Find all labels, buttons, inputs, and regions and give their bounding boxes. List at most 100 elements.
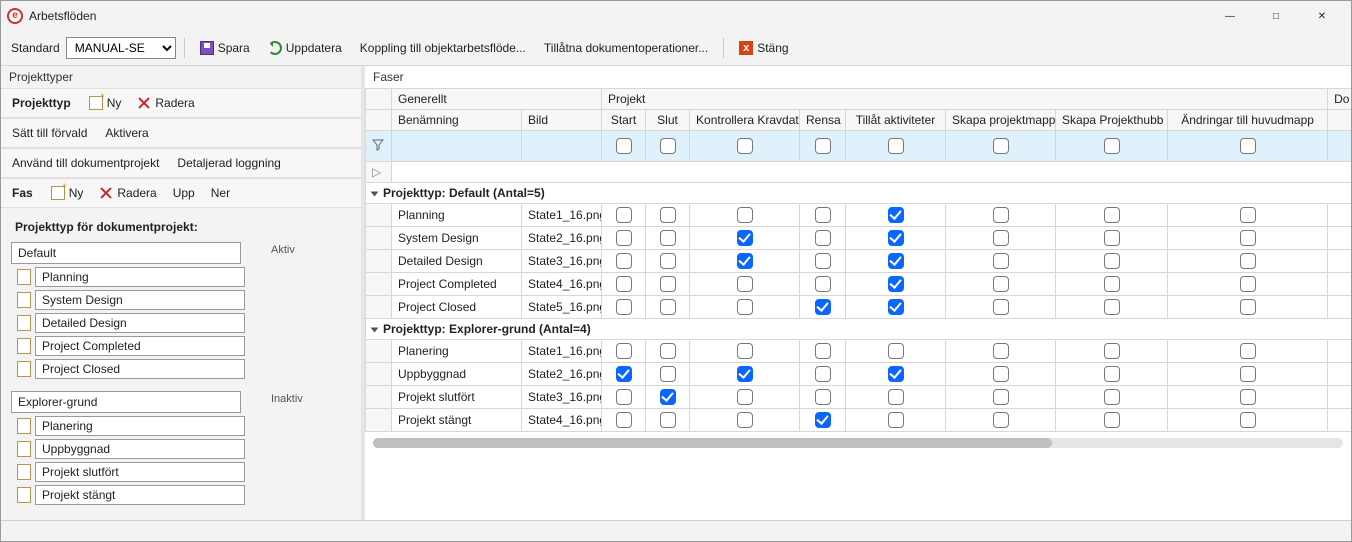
cell-name[interactable]: Project Completed (392, 273, 522, 296)
cell-skapahubb[interactable] (1056, 409, 1168, 432)
apply-docproject-button[interactable]: Använd till dokumentprojekt (5, 150, 166, 176)
move-down-button[interactable]: Ner (204, 180, 237, 206)
cell-tillat[interactable] (846, 340, 946, 363)
cell-skapahubb[interactable] (1056, 363, 1168, 386)
checkbox[interactable] (993, 366, 1009, 382)
checkbox[interactable] (815, 389, 831, 405)
move-up-button[interactable]: Upp (166, 180, 202, 206)
checkbox[interactable] (1104, 253, 1120, 269)
cell-skapahubb[interactable] (1056, 204, 1168, 227)
grid-data-row[interactable]: Detailed DesignState3_16.png (366, 250, 1352, 273)
checkbox[interactable] (737, 343, 753, 359)
cell-skapamapp[interactable] (946, 296, 1056, 319)
cell-image[interactable]: State5_16.png (522, 296, 602, 319)
checkbox[interactable] (815, 207, 831, 223)
filter-ph[interactable] (1056, 131, 1168, 162)
cell-rensa[interactable] (800, 273, 846, 296)
checkbox[interactable] (1240, 230, 1256, 246)
window-maximize-button[interactable]: □ (1253, 1, 1299, 31)
checkbox[interactable] (1104, 207, 1120, 223)
link-workflow-button[interactable]: Koppling till objektarbetsflöde... (353, 35, 533, 61)
checkbox[interactable] (993, 299, 1009, 315)
cell-rensa[interactable] (800, 296, 846, 319)
cell-rensa[interactable] (800, 250, 846, 273)
grid-data-row[interactable]: Projekt slutförtState3_16.png (366, 386, 1352, 409)
checkbox[interactable] (616, 366, 632, 382)
checkbox[interactable] (660, 412, 676, 428)
cell-skapahubb[interactable] (1056, 340, 1168, 363)
grid-expander[interactable]: ▷ (366, 162, 392, 183)
checkbox[interactable] (993, 343, 1009, 359)
close-button[interactable]: x Stäng (732, 35, 795, 61)
grid-scroll[interactable]: Generellt Projekt Do Benämning Bild Star… (365, 88, 1351, 520)
checkbox[interactable] (737, 389, 753, 405)
cell-kontrollera[interactable] (690, 296, 800, 319)
cell-andringar[interactable] (1168, 409, 1328, 432)
cell-tillat[interactable] (846, 296, 946, 319)
checkbox[interactable] (616, 207, 632, 223)
filter-name[interactable] (392, 131, 522, 162)
cell-start[interactable] (602, 386, 646, 409)
checkbox[interactable] (993, 253, 1009, 269)
new-phase-button[interactable]: Ny (44, 180, 91, 206)
cell-name[interactable]: Projekt slutfört (392, 386, 522, 409)
grid-data-row[interactable]: PlanningState1_16.png (366, 204, 1352, 227)
cell-name[interactable]: Planering (392, 340, 522, 363)
col-start[interactable]: Start (602, 110, 646, 131)
phase-name-input[interactable]: Project Completed (35, 336, 245, 356)
checkbox[interactable] (1104, 299, 1120, 315)
cell-slut[interactable] (646, 204, 690, 227)
checkbox[interactable] (737, 276, 753, 292)
checkbox[interactable] (1240, 366, 1256, 382)
cell-kontrollera[interactable] (690, 340, 800, 363)
cell-rensa[interactable] (800, 227, 846, 250)
checkbox[interactable] (660, 343, 676, 359)
new-type-button[interactable]: Ny (82, 90, 129, 116)
checkbox[interactable] (737, 253, 753, 269)
cell-image[interactable]: State3_16.png (522, 386, 602, 409)
cell-slut[interactable] (646, 409, 690, 432)
cell-skapamapp[interactable] (946, 204, 1056, 227)
cell-andringar[interactable] (1168, 204, 1328, 227)
checkbox[interactable] (815, 412, 831, 428)
col-slut[interactable]: Slut (646, 110, 690, 131)
checkbox[interactable] (616, 253, 632, 269)
cell-start[interactable] (602, 340, 646, 363)
save-button[interactable]: Spara (193, 35, 257, 61)
checkbox[interactable] (660, 253, 676, 269)
type-name-input[interactable]: Default (11, 242, 241, 264)
window-minimize-button[interactable]: — (1207, 1, 1253, 31)
col-name[interactable]: Benämning (392, 110, 522, 131)
grid-group-row[interactable]: Projekttyp: Default (Antal=5) (366, 183, 1352, 204)
filter-sp[interactable] (946, 131, 1056, 162)
grid-filter-row[interactable] (366, 131, 1352, 162)
checkbox[interactable] (737, 366, 753, 382)
col-image[interactable]: Bild (522, 110, 602, 131)
cell-tillat[interactable] (846, 250, 946, 273)
checkbox[interactable] (616, 230, 632, 246)
activate-button[interactable]: Aktivera (98, 120, 155, 146)
checkbox[interactable] (815, 366, 831, 382)
cell-image[interactable]: State4_16.png (522, 273, 602, 296)
cell-rensa[interactable] (800, 340, 846, 363)
grid-data-row[interactable]: Project CompletedState4_16.png (366, 273, 1352, 296)
phase-name-input[interactable]: Project Closed (35, 359, 245, 379)
cell-image[interactable]: State2_16.png (522, 363, 602, 386)
col-skapamapp[interactable]: Skapa projektmapp (946, 110, 1056, 131)
cell-andringar[interactable] (1168, 296, 1328, 319)
cell-kontrollera[interactable] (690, 227, 800, 250)
delete-phase-button[interactable]: Radera (92, 180, 163, 206)
cell-slut[interactable] (646, 227, 690, 250)
cell-andringar[interactable] (1168, 227, 1328, 250)
phase-name-input[interactable]: Planering (35, 416, 245, 436)
cell-rensa[interactable] (800, 409, 846, 432)
cell-skapamapp[interactable] (946, 363, 1056, 386)
cell-name[interactable]: System Design (392, 227, 522, 250)
checkbox[interactable] (815, 230, 831, 246)
checkbox[interactable] (888, 366, 904, 382)
checkbox[interactable] (993, 276, 1009, 292)
cell-name[interactable]: Project Closed (392, 296, 522, 319)
cell-slut[interactable] (646, 340, 690, 363)
checkbox[interactable] (815, 343, 831, 359)
checkbox[interactable] (1240, 253, 1256, 269)
